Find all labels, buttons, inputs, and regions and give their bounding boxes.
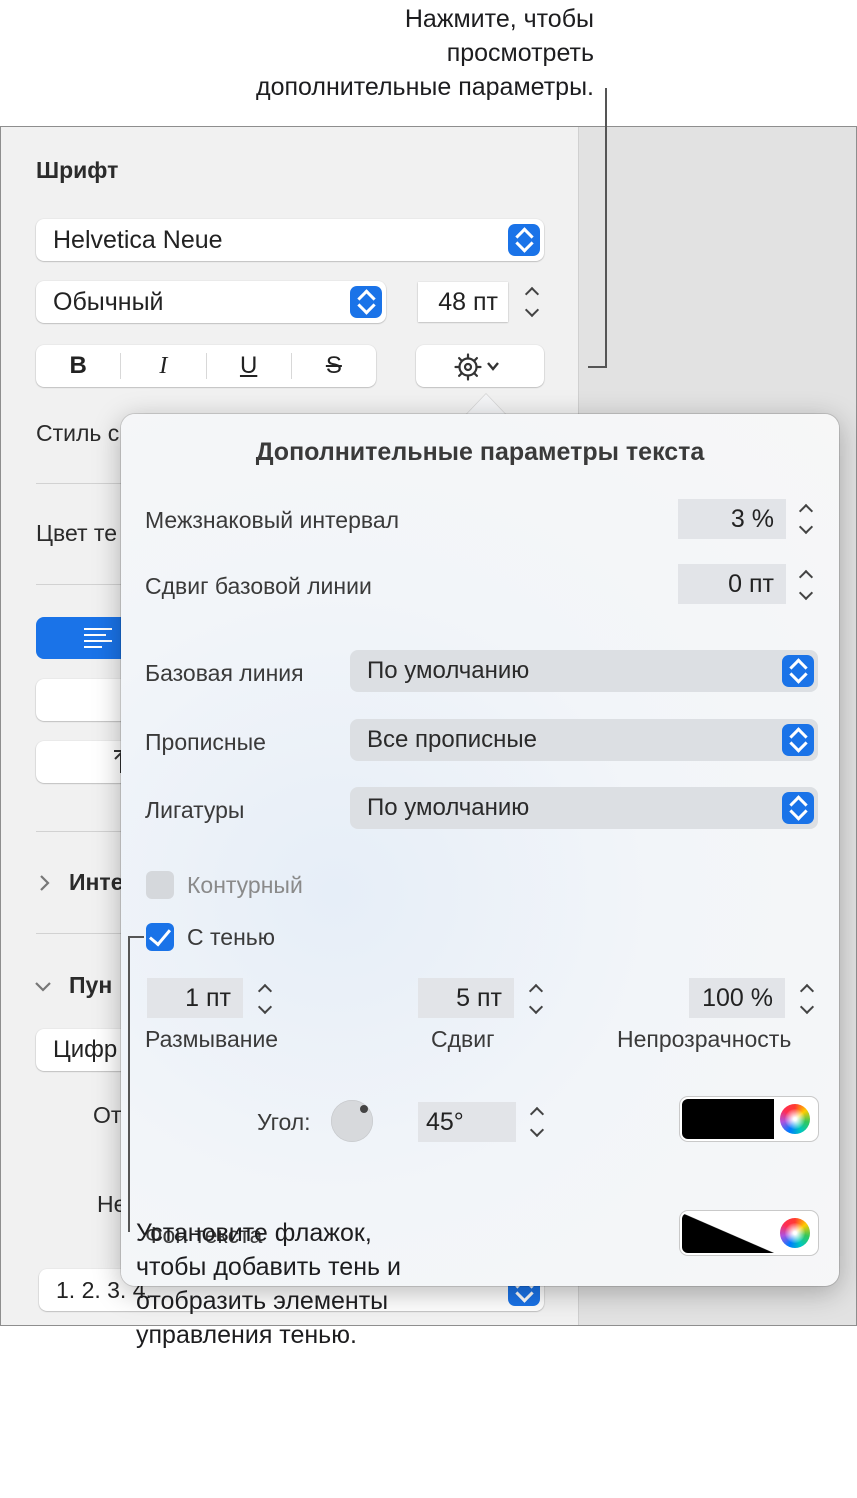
callout-bottom-line: управления тенью.: [136, 1321, 357, 1349]
shadow-blur-field[interactable]: 1 пт: [147, 978, 243, 1018]
shadow-angle-field[interactable]: 45°: [418, 1102, 516, 1142]
text-color-label: Цвет те: [36, 520, 117, 546]
font-family-value: Helvetica Neue: [53, 226, 223, 254]
advanced-text-options-popover: Дополнительные параметры текста Межзнако…: [121, 414, 839, 1286]
baseline-shift-label: Сдвиг базовой линии: [145, 573, 372, 599]
shadow-blur-label: Размывание: [145, 1026, 279, 1052]
callout-bottom-line: чтобы добавить тень и: [136, 1253, 401, 1281]
section-spacing-title[interactable]: Инте: [69, 869, 123, 896]
color-wheel-icon[interactable]: [780, 1104, 810, 1134]
angle-dial[interactable]: [331, 1100, 373, 1142]
callout-bottom-line: Установите флажок,: [136, 1219, 372, 1247]
font-size-stepper[interactable]: [521, 281, 543, 323]
popup-arrows-icon: [350, 286, 382, 318]
baseline-shift-stepper[interactable]: [795, 564, 817, 606]
underline-button[interactable]: U: [207, 353, 292, 379]
shadow-offset-field[interactable]: 5 пт: [418, 978, 514, 1018]
shadow-opacity-field[interactable]: 100 %: [689, 978, 785, 1018]
callout-leader-line: [605, 88, 607, 368]
chevron-down-icon[interactable]: [33, 977, 53, 997]
callout-top-line: Нажмите, чтобы: [404, 5, 594, 33]
callout-leader-line: [588, 366, 607, 368]
baseline-popup[interactable]: По умолчанию: [350, 650, 818, 692]
shadow-checkbox[interactable]: [146, 923, 174, 951]
color-wheel-icon[interactable]: [780, 1218, 810, 1248]
callout-top: Нажмите, чтобы просмотреть дополнительны…: [134, 2, 594, 104]
popup-arrows-icon: [782, 655, 814, 687]
section-bullets-title[interactable]: Пун: [69, 972, 112, 999]
chevron-right-icon[interactable]: [35, 873, 55, 893]
baseline-value: По умолчанию: [367, 657, 530, 684]
char-spacing-field[interactable]: 3 %: [678, 499, 786, 539]
shadow-opacity-stepper[interactable]: [796, 978, 818, 1020]
shadow-label: С тенью: [187, 924, 276, 950]
capitalization-value: Все прописные: [367, 726, 537, 753]
baseline-label: Базовая линия: [145, 660, 304, 686]
indent-label: От: [93, 1102, 122, 1128]
callout-bottom: Установите флажок, чтобы добавить тень и…: [136, 1216, 556, 1352]
font-size-field[interactable]: 48 пт: [418, 282, 508, 322]
callout-top-line: дополнительные параметры.: [255, 73, 594, 101]
outline-checkbox[interactable]: [146, 871, 174, 899]
font-style-popup[interactable]: Обычный: [36, 281, 386, 323]
font-family-popup[interactable]: Helvetica Neue: [36, 219, 544, 261]
ligatures-popup[interactable]: По умолчанию: [350, 787, 818, 829]
popup-arrows-icon: [782, 724, 814, 756]
shadow-blur-stepper[interactable]: [254, 978, 276, 1020]
shadow-color-swatch: [682, 1099, 774, 1139]
char-spacing-label: Межзнаковый интервал: [145, 507, 400, 533]
popup-arrows-icon: [782, 792, 814, 824]
text-background-color-well[interactable]: [680, 1211, 818, 1255]
align-left-icon: [84, 628, 112, 648]
popover-arrow: [466, 394, 506, 415]
shadow-color-well[interactable]: [680, 1097, 818, 1141]
popover-title: Дополнительные параметры текста: [255, 438, 705, 466]
chevron-down-icon: [487, 362, 499, 371]
text-background-swatch: [682, 1213, 774, 1253]
advanced-options-button[interactable]: [416, 345, 544, 387]
capitalization-label: Прописные: [145, 729, 266, 755]
list-type-value: Цифр: [53, 1036, 118, 1063]
callout-leader-line: [128, 936, 144, 938]
ligatures-value: По умолчанию: [367, 794, 530, 821]
font-style-value: Обычный: [53, 288, 164, 316]
baseline-shift-field[interactable]: 0 пт: [678, 564, 786, 604]
gear-icon: [454, 353, 499, 381]
shadow-offset-stepper[interactable]: [525, 978, 547, 1020]
shadow-opacity-label: Непрозрачность: [617, 1026, 792, 1052]
callout-bottom-line: отобразить элементы: [136, 1287, 389, 1315]
bold-button[interactable]: B: [36, 353, 122, 379]
callout-leader-line: [128, 936, 130, 1232]
outline-label: Контурный: [187, 872, 303, 898]
shadow-offset-label: Сдвиг: [431, 1026, 495, 1052]
callout-top-line: просмотреть: [446, 39, 594, 67]
popup-arrows-icon: [508, 224, 540, 256]
shadow-angle-label: Угол:: [257, 1109, 311, 1135]
italic-button[interactable]: I: [121, 353, 207, 379]
font-section-title: Шрифт: [36, 157, 119, 183]
capitalization-popup[interactable]: Все прописные: [350, 719, 818, 761]
text-style-segmented: B I U S: [36, 345, 376, 387]
shadow-angle-stepper[interactable]: [526, 1101, 548, 1143]
char-spacing-stepper[interactable]: [795, 498, 817, 540]
char-style-label: Стиль с: [36, 420, 120, 446]
strikethrough-button[interactable]: S: [292, 353, 376, 379]
ligatures-label: Лигатуры: [145, 797, 245, 823]
